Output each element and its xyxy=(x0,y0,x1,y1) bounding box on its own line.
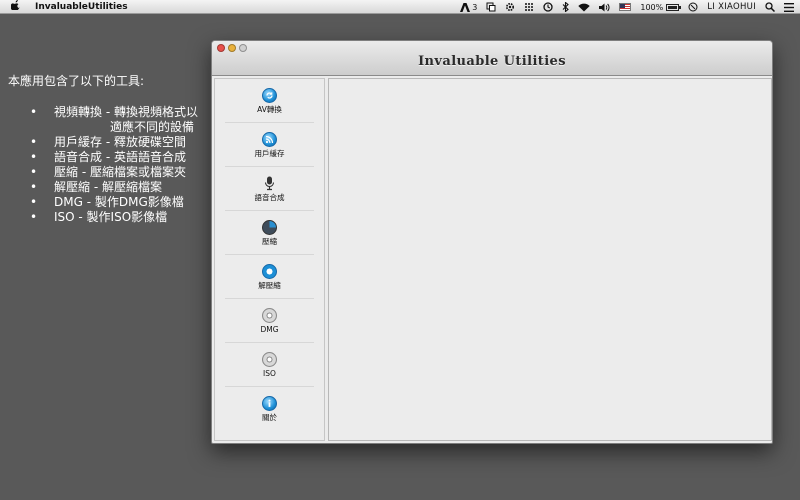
sidebar-item-label: AV轉換 xyxy=(257,105,282,114)
tool-sidebar: AV轉換 用戶緩存 語音合成 壓縮 解壓縮 DMG ISO 關於 xyxy=(214,78,325,441)
list-item: • 語音合成 - 英語語音合成 xyxy=(30,150,186,164)
time-machine-icon[interactable] xyxy=(543,2,554,12)
sidebar-item-iso[interactable]: ISO xyxy=(215,343,324,387)
close-button[interactable] xyxy=(217,44,225,52)
adobe-badge: 3 xyxy=(472,2,478,12)
battery-percent: 100% xyxy=(640,2,664,12)
window-title: Invaluable Utilities xyxy=(418,54,566,69)
sidebar-item-label: 解壓縮 xyxy=(258,281,281,290)
zoom-button[interactable] xyxy=(239,44,247,52)
sidebar-item-label: 語音合成 xyxy=(254,193,285,202)
sidebar-item-label: DMG xyxy=(260,325,279,334)
sidebar-item-label: 關於 xyxy=(262,413,277,422)
volume-icon[interactable] xyxy=(599,3,610,12)
list-item: • DMG - 製作DMG影像檔 xyxy=(30,195,184,209)
tool-list: • 視頻轉換 - 轉換視頻格式以 適應不同的設備 • 用戶緩存 - 釋放硬碟空間 • 語… xyxy=(8,105,198,225)
window-switch-icon[interactable] xyxy=(486,2,496,12)
sidebar-item-label: 壓縮 xyxy=(262,237,277,246)
rss-icon xyxy=(262,132,277,147)
settings-gear-icon[interactable] xyxy=(505,2,515,12)
sidebar-item-av-convert[interactable]: AV轉換 xyxy=(215,79,324,123)
user-name-menu[interactable]: LI XIAOHUI xyxy=(707,2,756,12)
sidebar-item-speech-synthesis[interactable]: 語音合成 xyxy=(215,167,324,211)
sidebar-item-compress[interactable]: 壓縮 xyxy=(215,211,324,255)
microphone-icon xyxy=(262,176,277,191)
input-source-flag-icon[interactable] xyxy=(619,3,632,11)
compress-icon xyxy=(262,220,277,235)
disc-icon xyxy=(262,352,277,367)
sidebar-item-about[interactable]: 關於 xyxy=(215,387,324,431)
notification-center-icon[interactable] xyxy=(784,2,794,12)
list-item: • 視頻轉換 - 轉換視頻格式以 適應不同的設備 xyxy=(30,105,198,134)
description-heading: 本應用包含了以下的工具: xyxy=(8,74,145,88)
battery-status[interactable]: 100% xyxy=(640,2,682,12)
desktop-description: 本應用包含了以下的工具: • 視頻轉換 - 轉換視頻格式以 適應不同的設備 • 用戶緩… xyxy=(8,74,198,225)
sidebar-item-dmg[interactable]: DMG xyxy=(215,299,324,343)
wifi-icon[interactable] xyxy=(578,3,591,12)
list-item: • 壓縮 - 壓縮檔案或檔案夾 xyxy=(30,165,186,179)
app-menu[interactable]: InvaluableUtilities xyxy=(35,2,128,12)
content-panel xyxy=(328,78,772,441)
apple-menu-icon[interactable] xyxy=(9,0,21,13)
sidebar-item-label: ISO xyxy=(263,369,276,378)
spotlight-search-icon[interactable] xyxy=(765,2,775,12)
disc-icon xyxy=(262,308,277,323)
user-status-icon[interactable] xyxy=(688,2,698,12)
menu-bar: InvaluableUtilities 3 100% LI XIAOHUI xyxy=(0,0,800,14)
battery-icon xyxy=(666,3,682,11)
grid-icon[interactable] xyxy=(524,2,534,12)
status-area: 3 100% LI XIAOHUI xyxy=(451,0,794,14)
list-item: • 解壓縮 - 解壓縮檔案 xyxy=(30,180,162,194)
sidebar-item-label: 用戶緩存 xyxy=(254,149,285,158)
sidebar-item-decompress[interactable]: 解壓縮 xyxy=(215,255,324,299)
adobe-icon[interactable]: 3 xyxy=(460,2,478,12)
app-window: Invaluable Utilities AV轉換 用戶緩存 語音合成 壓縮 解… xyxy=(211,40,773,444)
info-icon xyxy=(262,396,277,411)
bluetooth-icon[interactable] xyxy=(562,2,570,12)
list-item: • ISO - 製作ISO影像檔 xyxy=(30,210,168,224)
window-controls xyxy=(217,44,250,52)
window-titlebar[interactable]: Invaluable Utilities xyxy=(212,41,772,76)
decompress-icon xyxy=(262,264,277,279)
av-convert-icon xyxy=(262,88,277,103)
list-item: • 用戶緩存 - 釋放硬碟空間 xyxy=(30,135,186,149)
sidebar-item-user-cache[interactable]: 用戶緩存 xyxy=(215,123,324,167)
minimize-button[interactable] xyxy=(228,44,236,52)
